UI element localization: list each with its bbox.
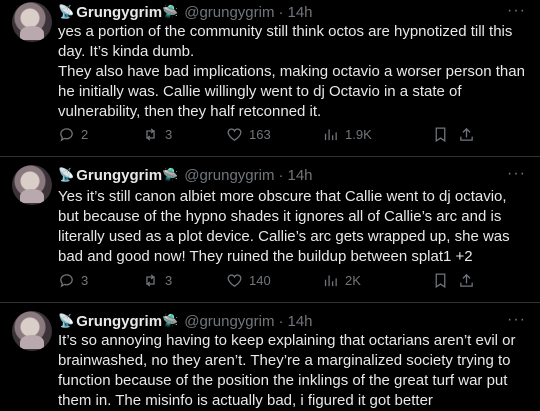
- ufo-icon: 🛸: [162, 167, 179, 182]
- repost-button[interactable]: 3: [142, 272, 172, 289]
- repost-button[interactable]: 3: [142, 126, 172, 143]
- timestamp[interactable]: 14h: [287, 4, 312, 21]
- views-button[interactable]: 1.9K: [322, 126, 372, 143]
- handle[interactable]: @grungygrim: [184, 4, 274, 21]
- tweet[interactable]: 📡 Grungygrim 🛸 @grungygrim · 14h ··· It’…: [0, 303, 540, 411]
- reply-icon: [60, 274, 73, 288]
- share-icon: [460, 273, 473, 287]
- like-count: 140: [249, 273, 271, 288]
- action-bar: 3 3 140 2K: [58, 272, 528, 292]
- bookmark-button[interactable]: [432, 272, 449, 289]
- like-count: 163: [249, 127, 271, 142]
- tweet-text: It’s so annoying having to keep explaini…: [58, 332, 520, 409]
- tweet-header: 📡 Grungygrim 🛸 @grungygrim · 14h: [58, 311, 313, 331]
- reply-count: 3: [81, 273, 89, 288]
- avatar[interactable]: [12, 2, 52, 42]
- more-options-icon[interactable]: ···: [507, 165, 526, 183]
- more-options-icon[interactable]: ···: [507, 2, 526, 20]
- separator: ·: [278, 312, 284, 330]
- tweet-text: yes a portion of the community still thi…: [58, 23, 525, 120]
- tweet-header: 📡 Grungygrim 🛸 @grungygrim · 14h: [58, 165, 313, 185]
- views-icon: [324, 275, 337, 287]
- timestamp[interactable]: 14h: [287, 313, 312, 330]
- share-button[interactable]: [458, 272, 475, 289]
- repost-icon: [146, 128, 155, 141]
- ufo-icon: 🛸: [162, 313, 179, 328]
- more-options-icon[interactable]: ···: [507, 311, 526, 329]
- share-icon: [460, 127, 473, 141]
- views-button[interactable]: 2K: [322, 272, 361, 289]
- display-name[interactable]: Grungygrim: [76, 4, 162, 21]
- repost-count: 3: [165, 127, 173, 142]
- tweet-header: 📡 Grungygrim 🛸 @grungygrim · 14h: [58, 2, 313, 22]
- view-count: 2K: [345, 273, 361, 288]
- separator: ·: [278, 3, 284, 21]
- avatar[interactable]: [12, 165, 52, 205]
- separator: ·: [278, 166, 284, 184]
- display-name[interactable]: Grungygrim: [76, 167, 162, 184]
- satellite-icon: 📡: [58, 4, 75, 19]
- action-bar: 2 3 163 1.9K: [58, 126, 528, 146]
- like-button[interactable]: 163: [226, 126, 271, 143]
- view-count: 1.9K: [345, 127, 372, 142]
- repost-icon: [146, 274, 155, 287]
- repost-count: 3: [165, 273, 173, 288]
- share-button[interactable]: [458, 126, 475, 143]
- display-name[interactable]: Grungygrim: [76, 313, 162, 330]
- views-icon: [324, 129, 337, 141]
- timestamp[interactable]: 14h: [287, 167, 312, 184]
- satellite-icon: 📡: [58, 313, 75, 328]
- tweet[interactable]: 📡 Grungygrim 🛸 @grungygrim · 14h ··· Yes…: [0, 157, 540, 301]
- reply-button[interactable]: 2: [58, 126, 88, 143]
- bookmark-icon: [435, 127, 446, 143]
- tweet-text: Yes it’s still canon albiet more obscure…: [58, 188, 514, 265]
- avatar[interactable]: [12, 311, 52, 351]
- ufo-icon: 🛸: [162, 4, 179, 19]
- bookmark-button[interactable]: [432, 126, 449, 143]
- reply-button[interactable]: 3: [58, 272, 88, 289]
- like-button[interactable]: 140: [226, 272, 271, 289]
- reply-icon: [60, 128, 73, 142]
- bookmark-icon: [435, 273, 446, 289]
- heart-icon: [227, 128, 242, 141]
- reply-count: 2: [81, 127, 89, 142]
- heart-icon: [227, 274, 242, 287]
- satellite-icon: 📡: [58, 167, 75, 182]
- handle[interactable]: @grungygrim: [184, 313, 274, 330]
- tweet[interactable]: 📡 Grungygrim 🛸 @grungygrim · 14h ··· yes…: [0, 0, 540, 160]
- handle[interactable]: @grungygrim: [184, 167, 274, 184]
